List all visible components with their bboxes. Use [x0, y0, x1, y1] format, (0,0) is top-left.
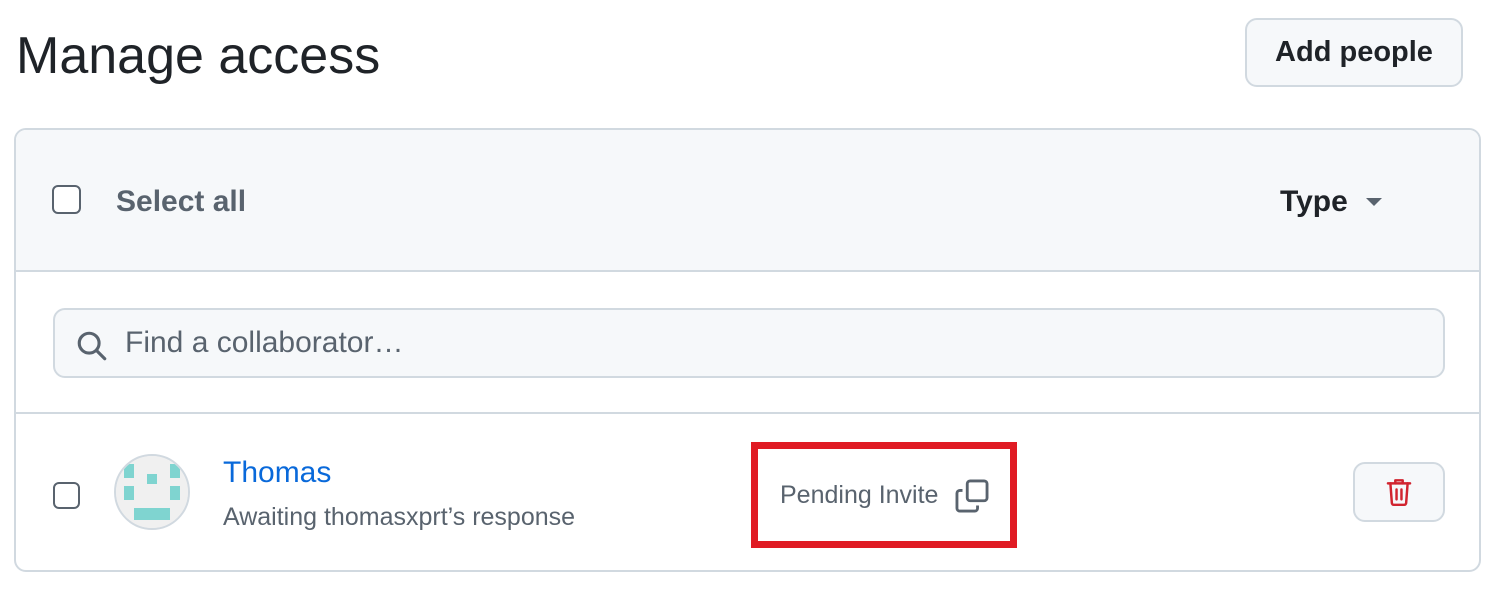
collaborator-status: Awaiting thomasxprt’s response — [223, 503, 576, 531]
search-icon — [77, 331, 107, 361]
copy-icon[interactable] — [953, 477, 991, 515]
list-item: Thomas Awaiting thomasxprt’s response Pe… — [16, 414, 1479, 570]
type-filter-label: Type — [1280, 185, 1348, 218]
type-filter-dropdown[interactable]: Type — [1280, 180, 1382, 224]
collaborators-panel: Select all Type Th — [14, 128, 1481, 572]
search-box[interactable] — [53, 308, 1445, 378]
caret-down-icon — [1365, 198, 1382, 206]
select-all-label: Select all — [116, 185, 247, 218]
search-input[interactable] — [125, 310, 1425, 376]
collaborator-name-link[interactable]: Thomas — [223, 454, 331, 492]
pending-invite-label: Pending Invite — [780, 481, 939, 509]
trash-icon — [1386, 479, 1412, 507]
add-people-button[interactable]: Add people — [1245, 18, 1463, 87]
page-title: Manage access — [16, 27, 381, 85]
identicon-icon — [116, 456, 188, 528]
avatar[interactable] — [114, 454, 190, 530]
search-section — [16, 272, 1479, 414]
list-header: Select all Type — [16, 130, 1479, 272]
select-all-checkbox[interactable] — [52, 185, 81, 214]
remove-collaborator-button[interactable] — [1353, 462, 1445, 522]
row-checkbox[interactable] — [53, 482, 80, 509]
